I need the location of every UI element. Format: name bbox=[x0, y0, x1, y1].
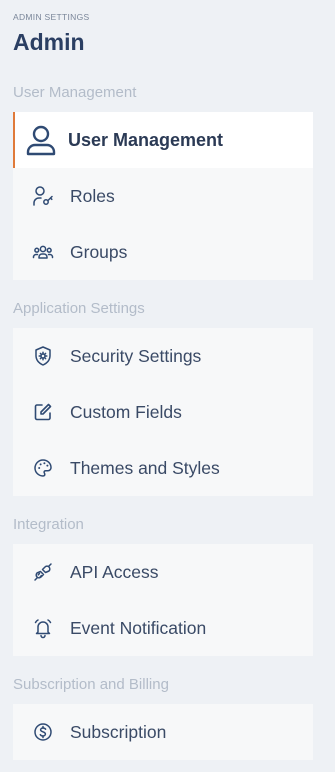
sidebar-item-label: API Access bbox=[70, 562, 159, 582]
sidebar-item-roles[interactable]: Roles bbox=[13, 168, 313, 224]
edit-icon bbox=[29, 398, 57, 426]
sidebar-item-user-management[interactable]: User Management bbox=[13, 112, 313, 168]
sidebar-item-label: Security Settings bbox=[70, 346, 202, 366]
nav-group-subscription-and-billing: Subscription bbox=[13, 704, 313, 760]
sidebar-item-custom-fields[interactable]: Custom Fields bbox=[13, 384, 313, 440]
section-label-application-settings: Application Settings bbox=[13, 300, 145, 317]
page-title: Admin bbox=[13, 29, 85, 55]
dollar-circle-icon bbox=[29, 718, 57, 746]
eyebrow-label: ADMIN SETTINGS bbox=[13, 12, 90, 22]
nav-group-application-settings: Security Settings Custom Fields Themes a… bbox=[13, 328, 313, 496]
nav-group-user-management: User Management Roles Groups bbox=[13, 112, 313, 280]
page-header: ADMIN SETTINGS Admin bbox=[13, 12, 313, 55]
sidebar-item-subscription[interactable]: Subscription bbox=[13, 704, 313, 760]
section-label-integration: Integration bbox=[13, 516, 84, 533]
bell-icon bbox=[29, 614, 57, 642]
sidebar-item-groups[interactable]: Groups bbox=[13, 224, 313, 280]
nav-group-integration: API Access Event Notification bbox=[13, 544, 313, 656]
user-key-icon bbox=[29, 182, 57, 210]
palette-icon bbox=[29, 454, 57, 482]
sidebar-item-label: Groups bbox=[70, 242, 128, 262]
sidebar-item-api-access[interactable]: API Access bbox=[13, 544, 313, 600]
user-icon bbox=[24, 123, 58, 157]
sidebar-item-themes-and-styles[interactable]: Themes and Styles bbox=[13, 440, 313, 496]
sidebar-item-label: User Management bbox=[68, 130, 224, 150]
section-label-subscription-and-billing: Subscription and Billing bbox=[13, 676, 169, 693]
section-label-user-management: User Management bbox=[13, 84, 137, 101]
plug-icon bbox=[29, 558, 57, 586]
sidebar-item-security-settings[interactable]: Security Settings bbox=[13, 328, 313, 384]
sidebar-item-label: Subscription bbox=[70, 722, 167, 742]
sidebar-item-event-notification[interactable]: Event Notification bbox=[13, 600, 313, 656]
shield-gear-icon bbox=[29, 342, 57, 370]
users-group-icon bbox=[29, 238, 57, 266]
sidebar-item-label: Custom Fields bbox=[70, 402, 182, 422]
sidebar-item-label: Event Notification bbox=[70, 618, 207, 638]
sidebar-item-label: Themes and Styles bbox=[70, 458, 220, 478]
sidebar-item-label: Roles bbox=[70, 186, 115, 206]
